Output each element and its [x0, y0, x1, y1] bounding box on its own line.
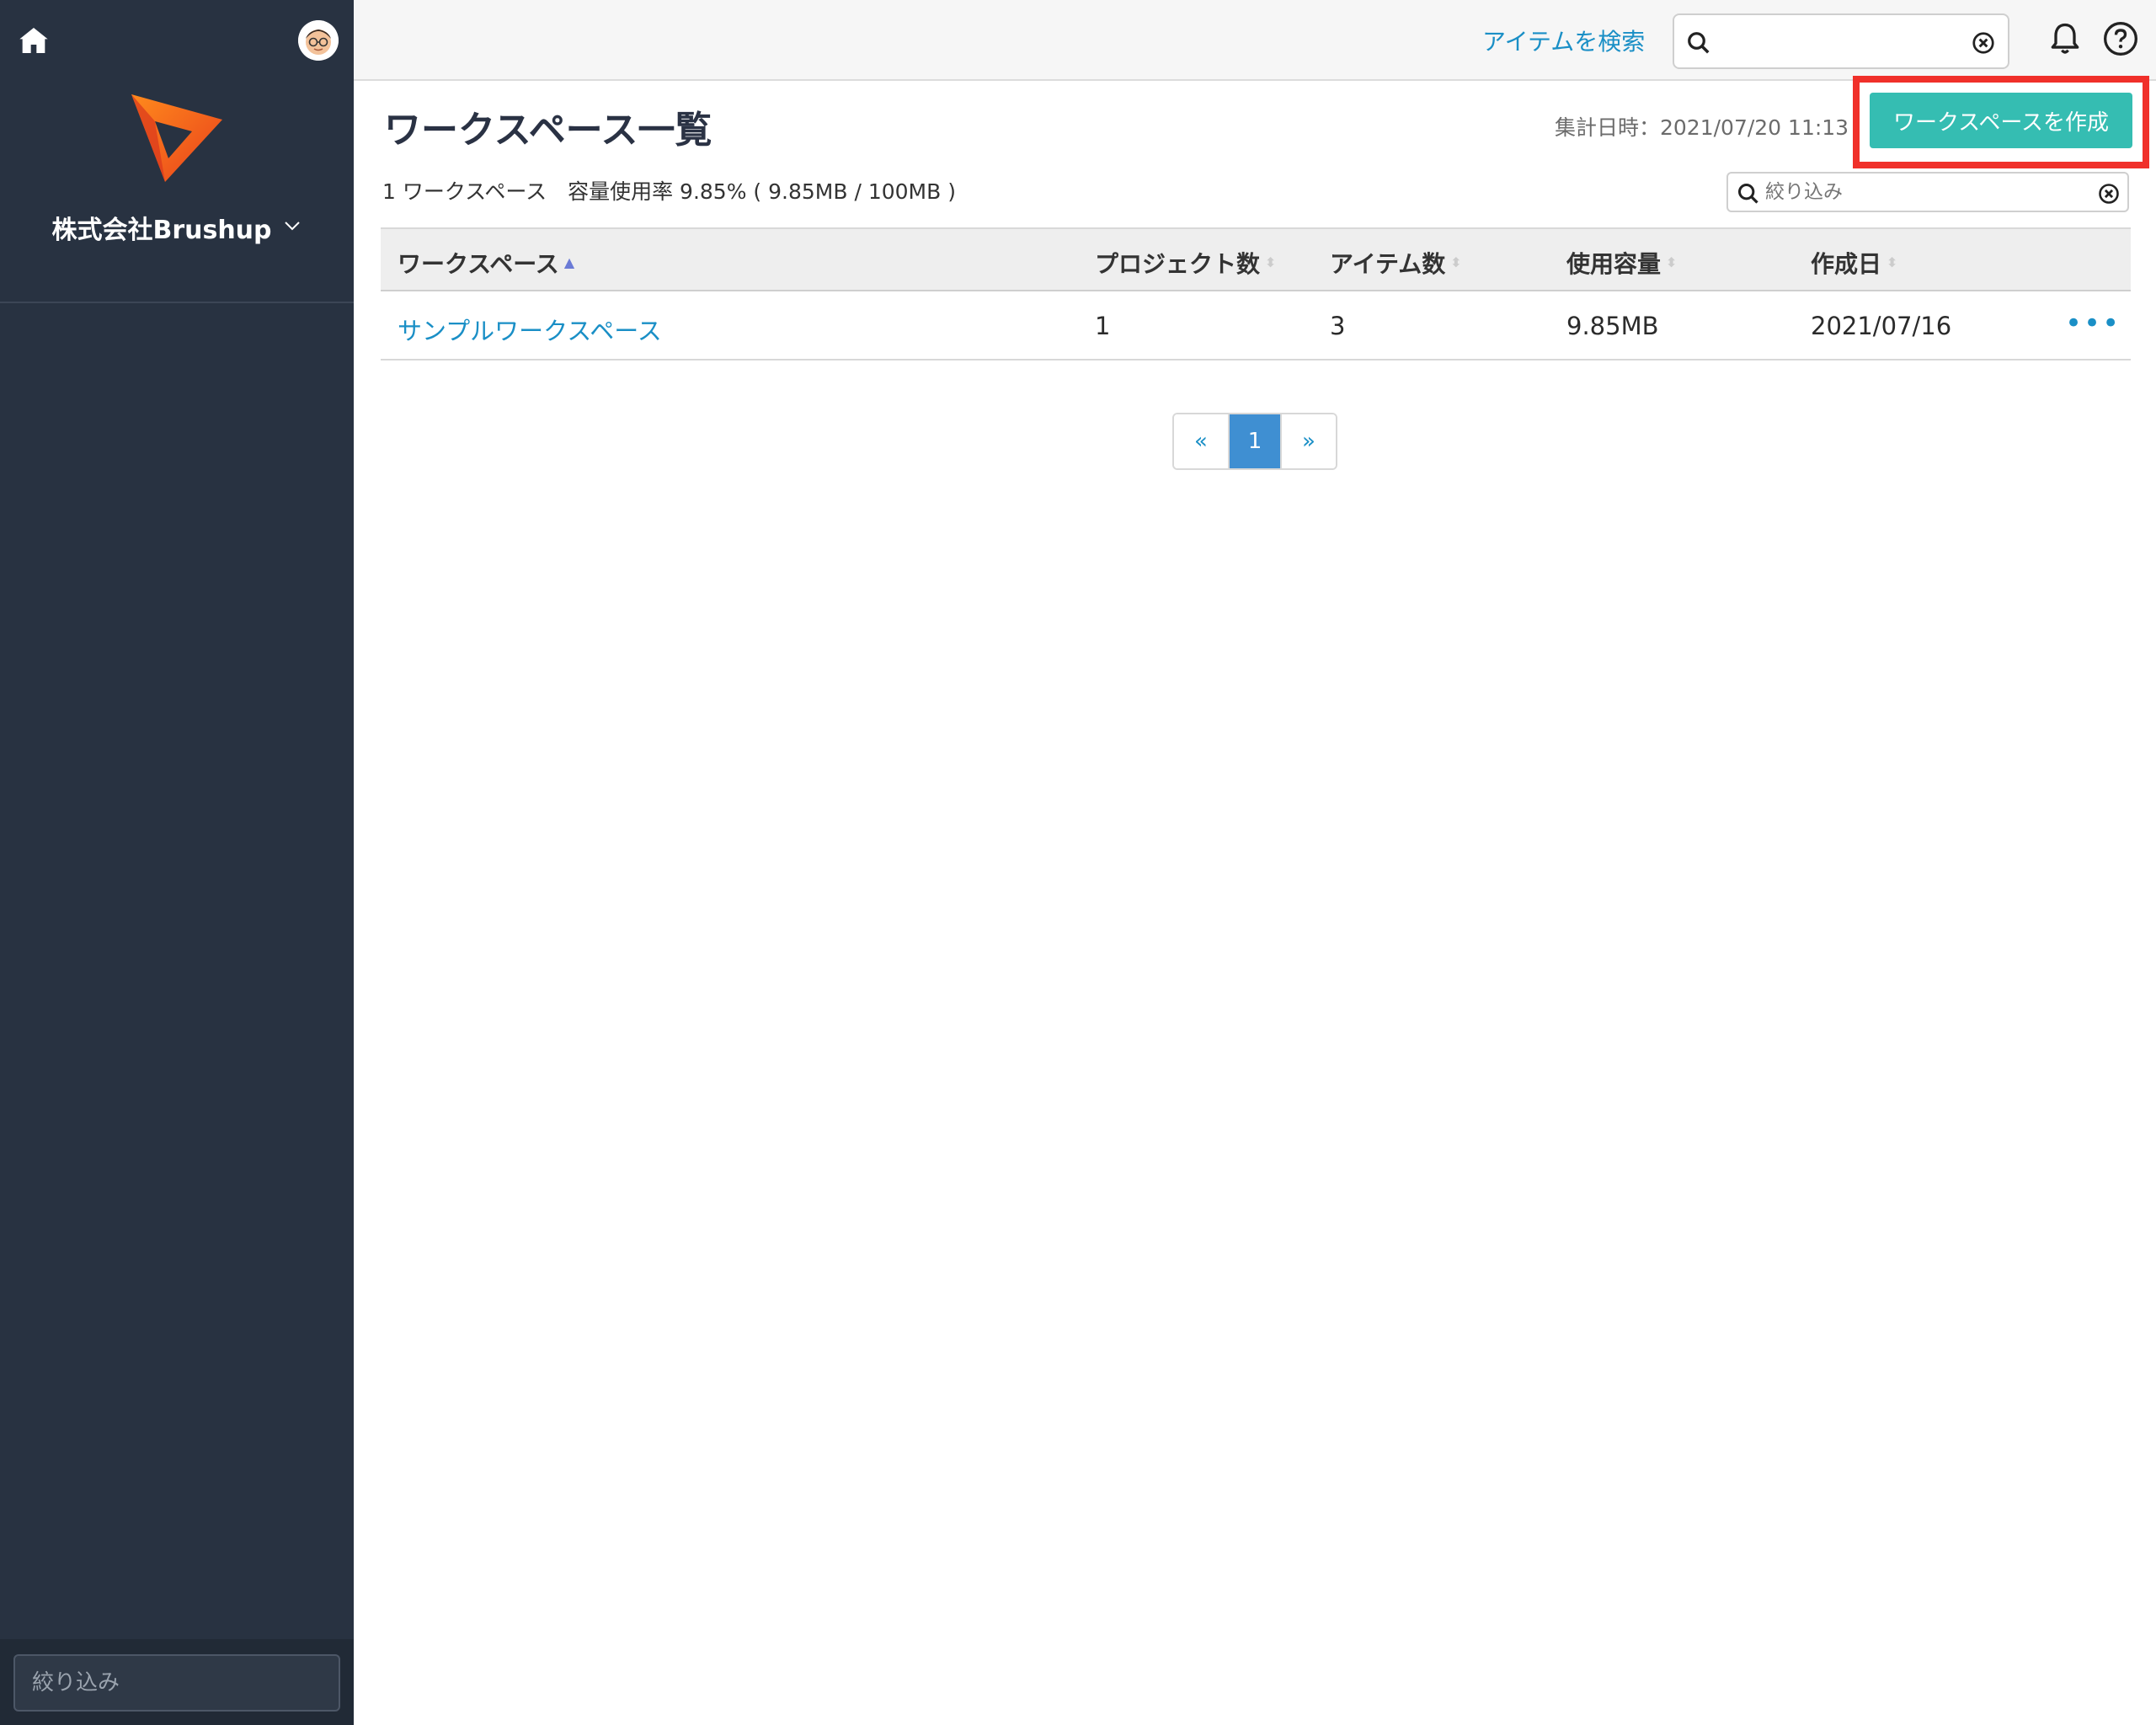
main-content: ワークスペース一覧 集計日時：2021/07/20 11:13 ワークスペースを…	[354, 76, 2156, 1725]
column-label: 作成日	[1811, 250, 1882, 278]
sort-icon: ⬍	[1886, 254, 1898, 270]
column-header-created[interactable]: 作成日 ⬍	[1811, 246, 1897, 280]
create-workspace-button[interactable]: ワークスペースを作成	[1870, 93, 2132, 148]
bell-icon[interactable]	[2047, 20, 2084, 61]
column-label: プロジェクト数	[1095, 250, 1261, 278]
column-label: ワークスペース	[398, 250, 559, 278]
column-header-items[interactable]: アイテム数 ⬍	[1330, 246, 1462, 280]
chevron-down-icon	[282, 213, 302, 243]
home-icon[interactable]	[15, 22, 52, 59]
top-search-box	[1673, 13, 2009, 69]
org-switcher[interactable]: 株式会社Brushup	[0, 209, 354, 246]
more-icon[interactable]: •••	[2065, 307, 2121, 340]
table-header: ワークスペース ▲ プロジェクト数 ⬍ アイテム数 ⬍ 使用容量 ⬍ 作成日 ⬍	[381, 227, 2131, 291]
aggregate-timestamp: 集計日時：2021/07/20 11:13	[1555, 115, 1849, 140]
sort-ascending-icon: ▲	[563, 254, 575, 270]
column-header-usage[interactable]: 使用容量 ⬍	[1566, 246, 1677, 280]
pagination: « 1 »	[1172, 413, 1337, 470]
project-count: 1	[1095, 312, 1111, 340]
page-current-button[interactable]: 1	[1228, 414, 1282, 468]
sort-icon: ⬍	[1265, 254, 1277, 270]
table-filter-box	[1726, 172, 2129, 212]
sort-icon: ⬍	[1666, 254, 1678, 270]
sort-icon: ⬍	[1450, 254, 1462, 270]
clear-icon[interactable]	[2097, 182, 2121, 209]
column-header-workspace[interactable]: ワークスペース ▲	[398, 246, 574, 280]
column-header-projects[interactable]: プロジェクト数 ⬍	[1095, 246, 1276, 280]
table-row: サンプルワークスペース 1 3 9.85MB 2021/07/16 •••	[381, 291, 2131, 360]
sidebar-filter-input[interactable]	[13, 1654, 340, 1712]
page-next-button[interactable]: »	[1282, 414, 1336, 468]
clear-icon[interactable]	[1971, 30, 1996, 59]
workspace-table: ワークスペース ▲ プロジェクト数 ⬍ アイテム数 ⬍ 使用容量 ⬍ 作成日 ⬍…	[381, 227, 2131, 360]
page-title: ワークスペース一覧	[384, 109, 712, 152]
usage-summary: 1 ワークスペース 容量使用率 9.85% ( 9.85MB / 100MB )	[382, 179, 956, 204]
org-name: 株式会社Brushup	[51, 216, 272, 245]
workspace-name-link[interactable]: サンプルワークスペース	[398, 312, 662, 347]
avatar[interactable]	[298, 20, 339, 61]
created-date: 2021/07/16	[1811, 312, 1952, 340]
search-icon	[1737, 182, 1760, 209]
page-prev-button[interactable]: «	[1174, 414, 1228, 468]
help-icon[interactable]	[2102, 20, 2139, 61]
table-filter-input[interactable]	[1765, 174, 2085, 211]
usage-value: 9.85MB	[1566, 312, 1659, 340]
top-search-input[interactable]	[1716, 15, 1969, 67]
column-label: 使用容量	[1566, 250, 1662, 278]
search-icon	[1686, 30, 1711, 59]
item-search-link[interactable]: アイテムを検索	[1482, 24, 1645, 57]
sidebar-divider	[0, 302, 354, 303]
column-label: アイテム数	[1330, 250, 1446, 278]
sidebar: 株式会社Brushup	[0, 0, 354, 1725]
brushup-logo	[126, 88, 227, 189]
item-count: 3	[1330, 312, 1346, 340]
top-bar: アイテムを検索	[354, 0, 2156, 81]
